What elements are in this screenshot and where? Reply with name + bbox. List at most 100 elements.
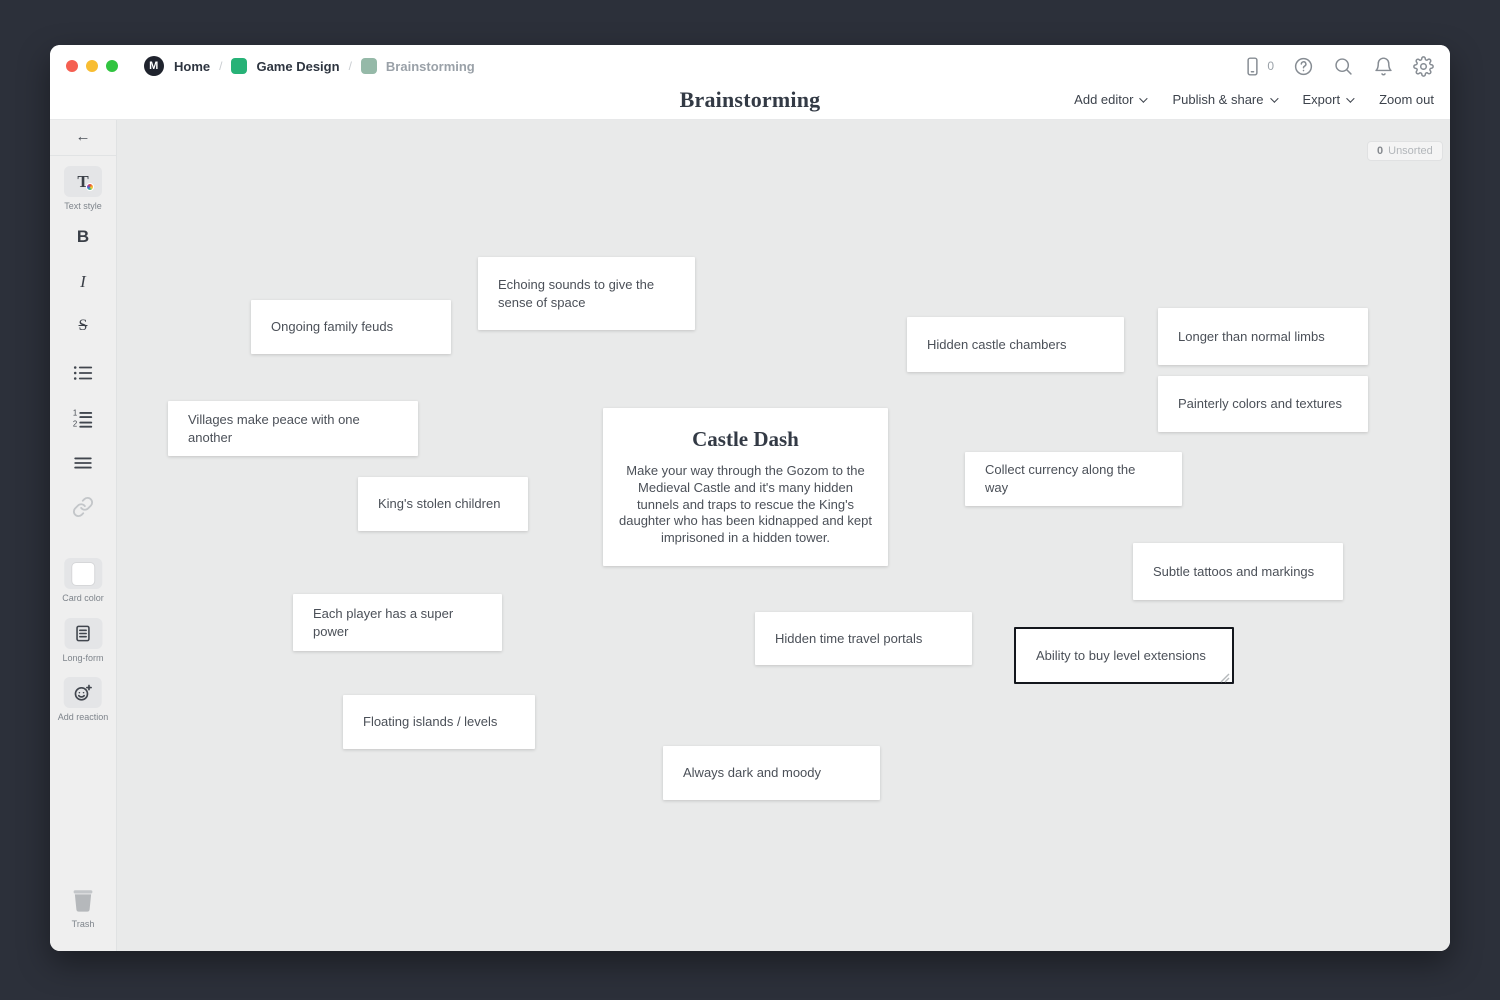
breadcrumb-separator: / bbox=[219, 59, 223, 73]
resize-handle[interactable] bbox=[1220, 670, 1230, 683]
note-card[interactable]: Hidden time travel portals bbox=[755, 612, 972, 665]
unsorted-count: 0 bbox=[1377, 145, 1384, 157]
add-editor-label: Add editor bbox=[1074, 92, 1134, 107]
long-form-document-icon bbox=[64, 618, 102, 649]
link-icon bbox=[72, 496, 94, 518]
help-icon[interactable] bbox=[1293, 56, 1314, 77]
add-reaction-button[interactable]: Add reaction bbox=[57, 677, 109, 722]
white-swatch bbox=[71, 562, 94, 585]
long-form-label: Long-form bbox=[62, 653, 104, 663]
publish-share-button[interactable]: Publish & share bbox=[1172, 92, 1279, 107]
card-text: Each player has a super power bbox=[313, 605, 454, 639]
card-text: Floating islands / levels bbox=[363, 714, 498, 730]
note-card-selected[interactable]: Ability to buy level extensions bbox=[1014, 627, 1234, 684]
color-wheel-icon bbox=[86, 183, 94, 191]
svg-text:1: 1 bbox=[73, 409, 77, 418]
card-text: Painterly colors and textures bbox=[1178, 396, 1343, 412]
toolbar-sidebar: ← T Text style B I S 12 Card color Long-… bbox=[50, 120, 117, 951]
milanote-logo[interactable]: M bbox=[144, 56, 164, 76]
export-button[interactable]: Export bbox=[1302, 92, 1355, 107]
italic-button[interactable]: I bbox=[80, 272, 86, 292]
page-title: Brainstorming bbox=[679, 87, 821, 112]
note-card[interactable]: Echoing sounds to give the sense of spac… bbox=[478, 257, 695, 330]
note-card[interactable]: Always dark and moody bbox=[663, 746, 880, 800]
traffic-lights bbox=[66, 60, 118, 72]
header-menu: Add editor Publish & share Export Zoom o… bbox=[1074, 92, 1434, 107]
card-text: Subtle tattoos and markings bbox=[1153, 563, 1315, 579]
note-card[interactable]: Subtle tattoos and markings bbox=[1133, 543, 1343, 600]
notifications-bell-icon[interactable] bbox=[1373, 56, 1394, 77]
note-card[interactable]: Ongoing family feuds bbox=[251, 300, 451, 354]
align-lines-icon bbox=[72, 452, 94, 474]
breadcrumb-separator: / bbox=[348, 59, 352, 73]
note-card[interactable]: Painterly colors and textures bbox=[1158, 376, 1368, 432]
note-card[interactable]: Each player has a super power bbox=[293, 594, 502, 651]
note-card[interactable]: King's stolen children bbox=[358, 477, 528, 531]
note-card[interactable]: Longer than normal limbs bbox=[1158, 308, 1368, 365]
note-card[interactable]: Villages make peace with one another bbox=[168, 401, 418, 456]
zoom-out-label: Zoom out bbox=[1379, 92, 1434, 107]
add-reaction-label: Add reaction bbox=[57, 712, 109, 722]
card-text: Echoing sounds to give the sense of spac… bbox=[498, 276, 655, 310]
app-window: M Home / Game Design / Brainstorming 0 B… bbox=[50, 45, 1450, 951]
canvas[interactable]: 0 Unsorted Echoing sounds to give the se… bbox=[117, 120, 1450, 951]
publish-share-label: Publish & share bbox=[1172, 92, 1264, 107]
card-text: Longer than normal limbs bbox=[1178, 328, 1325, 344]
link-button[interactable] bbox=[72, 496, 94, 518]
card-text: Always dark and moody bbox=[683, 765, 822, 781]
add-editor-button[interactable]: Add editor bbox=[1074, 92, 1149, 107]
maximize-window-button[interactable] bbox=[106, 60, 118, 72]
numbered-list-button[interactable]: 12 bbox=[72, 407, 94, 429]
bullet-list-button[interactable] bbox=[72, 362, 94, 384]
device-preview-group[interactable]: 0 bbox=[1242, 56, 1274, 77]
header-top-row: M Home / Game Design / Brainstorming 0 bbox=[50, 45, 1450, 87]
add-reaction-smiley-icon bbox=[63, 677, 102, 708]
svg-text:2: 2 bbox=[73, 419, 77, 428]
card-text: Hidden castle chambers bbox=[927, 336, 1067, 352]
italic-icon: I bbox=[80, 272, 86, 291]
collapse-toolbar-button[interactable]: ← bbox=[50, 120, 116, 156]
card-text: Hidden time travel portals bbox=[775, 630, 923, 646]
board-swatch-green bbox=[231, 58, 248, 74]
trash-button[interactable]: Trash bbox=[68, 885, 98, 929]
zoom-out-button[interactable]: Zoom out bbox=[1379, 92, 1434, 107]
long-form-button[interactable]: Long-form bbox=[62, 618, 104, 663]
search-icon[interactable] bbox=[1333, 56, 1354, 77]
trash-label: Trash bbox=[71, 919, 95, 929]
card-text: King's stolen children bbox=[378, 496, 501, 512]
board-swatch-sage bbox=[360, 58, 377, 74]
breadcrumb-home[interactable]: Home bbox=[174, 59, 210, 74]
app-header: M Home / Game Design / Brainstorming 0 B… bbox=[50, 45, 1450, 120]
unsorted-badge[interactable]: 0 Unsorted bbox=[1367, 141, 1443, 161]
note-card[interactable]: Floating islands / levels bbox=[343, 695, 535, 749]
device-count: 0 bbox=[1267, 59, 1274, 73]
note-card[interactable]: Collect currency along the way bbox=[965, 452, 1182, 506]
card-title: Castle Dash bbox=[692, 426, 799, 451]
strikethrough-button[interactable]: S bbox=[79, 317, 88, 335]
close-window-button[interactable] bbox=[66, 60, 78, 72]
card-body-text: Make your way through the Gozom to the M… bbox=[619, 462, 872, 546]
minimize-window-button[interactable] bbox=[86, 60, 98, 72]
text-style-label: Text style bbox=[64, 201, 102, 211]
desktop-background: { "icons": { "back": "←", "logo_letter":… bbox=[0, 0, 1500, 1000]
export-label: Export bbox=[1302, 92, 1341, 107]
strikethrough-icon: S bbox=[78, 317, 88, 334]
breadcrumb-game-design[interactable]: Game Design bbox=[256, 59, 339, 74]
card-color-button[interactable]: Card color bbox=[62, 558, 104, 603]
text-style-button[interactable]: T Text style bbox=[64, 166, 102, 211]
back-arrow-icon: ← bbox=[75, 128, 91, 145]
unsorted-label: Unsorted bbox=[1388, 145, 1433, 157]
header-title-row: Brainstorming Add editor Publish & share… bbox=[50, 87, 1450, 120]
settings-gear-icon[interactable] bbox=[1413, 55, 1434, 77]
card-text: Villages make peace with one another bbox=[188, 411, 360, 445]
card-text: Ongoing family feuds bbox=[271, 319, 394, 335]
bold-button[interactable]: B bbox=[77, 227, 89, 247]
align-button[interactable] bbox=[72, 452, 94, 474]
numbered-list-icon: 12 bbox=[72, 407, 94, 429]
chevron-down-icon bbox=[1346, 93, 1355, 103]
card-color-icon bbox=[63, 558, 102, 589]
mobile-device-icon[interactable] bbox=[1242, 56, 1263, 77]
breadcrumb-brainstorming[interactable]: Brainstorming bbox=[386, 59, 475, 74]
note-card[interactable]: Castle Dash Make your way through the Goz… bbox=[603, 408, 888, 566]
note-card[interactable]: Hidden castle chambers bbox=[907, 317, 1124, 372]
